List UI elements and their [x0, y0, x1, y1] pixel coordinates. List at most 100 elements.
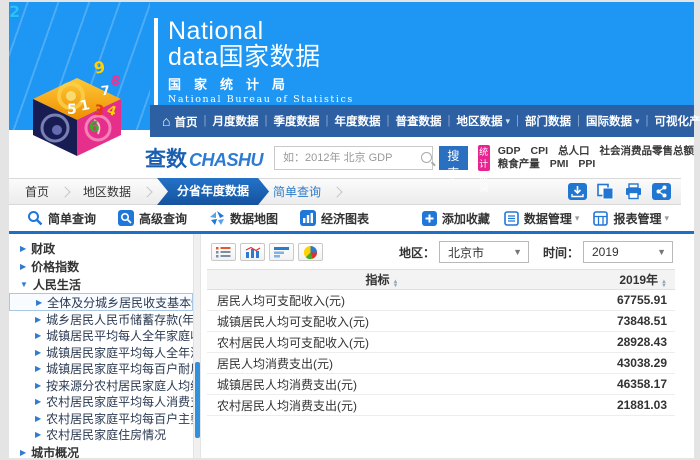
- breadcrumb-item[interactable]: 首页: [25, 183, 83, 200]
- hot-word-link[interactable]: CPI: [530, 145, 548, 158]
- hbar-chart-view-button[interactable]: [269, 243, 294, 261]
- value-cell: 73848.51: [557, 314, 675, 328]
- search-box: [274, 146, 433, 170]
- sidebar-tree-item[interactable]: 财政: [9, 239, 193, 257]
- breadcrumb-item[interactable]: 简单查询: [273, 183, 355, 200]
- table-row[interactable]: 农村居民人均可支配收入(元) 28928.43: [207, 332, 675, 353]
- table-row[interactable]: 农村居民人均消费支出(元) 21881.03: [207, 395, 675, 416]
- hot-words-badge: 统计 热词: [478, 145, 490, 171]
- data-map-icon: [209, 210, 225, 226]
- region-select[interactable]: 北京市 ▼: [439, 241, 529, 263]
- share-icon[interactable]: [652, 183, 671, 200]
- table-row[interactable]: 城镇居民人均消费支出(元) 46358.17: [207, 374, 675, 395]
- report-manage-menu[interactable]: 报表管理 ▾: [593, 210, 669, 227]
- pie-chart-view-icon: [303, 245, 318, 260]
- sidebar-tree-item[interactable]: 人民生活: [9, 275, 193, 293]
- sidebar-tree-item[interactable]: 城乡居民人民币储蓄存款(年底余额): [9, 311, 193, 328]
- print-icon[interactable]: [624, 183, 643, 200]
- time-select[interactable]: 2019 ▼: [583, 241, 673, 263]
- nav-item-label: 国际数据: [586, 113, 632, 129]
- sidebar-tree-item[interactable]: 农村居民家庭平均每人消费支出: [9, 394, 193, 411]
- sidebar-scrollbar[interactable]: [193, 234, 200, 458]
- brand-line-english-1: National: [168, 18, 354, 44]
- sidebar-tree-item[interactable]: 城市概况: [9, 443, 193, 458]
- econ-chart-tab[interactable]: 经济图表: [300, 210, 369, 227]
- search-button[interactable]: 搜索: [439, 146, 468, 170]
- hot-word-link[interactable]: 总人口: [558, 145, 590, 158]
- nav-item[interactable]: 首页: [162, 113, 197, 130]
- nav-item[interactable]: 地区数据: [441, 113, 510, 129]
- sidebar-tree-item[interactable]: 城镇居民平均每人全年家庭收入来源: [9, 328, 193, 345]
- hot-word-link[interactable]: GDP: [498, 145, 521, 158]
- content-area: 财政 价格指数 人民生活 全体及分城乡居民收支基本情况(新口径) 城乡居民人民币…: [9, 234, 681, 458]
- breadcrumb: 首页 地区数据 分省年度数据 简单查询: [9, 178, 681, 205]
- nav-item-label: 月度数据: [212, 113, 258, 129]
- sidebar-tree-item[interactable]: 按来源分农村居民家庭人均纯收入: [9, 377, 193, 394]
- indicator-sort-icon[interactable]: ▲▼: [393, 280, 399, 288]
- sidebar-tree-item[interactable]: 城镇居民家庭平均每百户耐用消费品拥有: [9, 361, 193, 378]
- hot-word-link[interactable]: 粮食产量: [498, 158, 540, 171]
- sidebar-tree-item-label: 城镇居民家庭平均每百户耐用消费品拥有: [46, 361, 193, 378]
- hot-word-link[interactable]: 社会消费品零售总额: [600, 145, 695, 158]
- bar-chart-view-icon: [244, 246, 261, 259]
- data-table-body: 居民人均可支配收入(元) 67755.91 城镇居民人均可支配收入(元) 738…: [207, 290, 675, 416]
- cube-number-digit: 2: [9, 2, 20, 21]
- pie-chart-view-button[interactable]: [298, 243, 323, 261]
- time-select-value: 2019: [592, 245, 619, 259]
- table-row[interactable]: 居民人均可支配收入(元) 67755.91: [207, 290, 675, 311]
- sidebar-tree-item[interactable]: 价格指数: [9, 257, 193, 275]
- hot-word-link[interactable]: PPI: [578, 158, 595, 171]
- sidebar-tree-item-label: 城乡居民人民币储蓄存款(年底余额): [46, 311, 193, 328]
- nav-item[interactable]: 部门数据: [510, 113, 571, 129]
- nav-item-label: 部门数据: [525, 113, 571, 129]
- breadcrumb-item[interactable]: 地区数据: [83, 183, 165, 200]
- sidebar-tree-item-label: 农村居民家庭平均每人消费支出: [46, 394, 193, 411]
- add-favorite-button[interactable]: 添加收藏: [422, 210, 490, 227]
- add-favorite-plus-icon: [422, 211, 437, 226]
- data-map-tab[interactable]: 数据地图: [209, 210, 278, 227]
- simple-query-tab[interactable]: 简单查询: [27, 210, 96, 227]
- site-header: 9 8 7 5 1 3 4 6 2: [9, 2, 694, 105]
- indicator-tree-sidebar: 财政 价格指数 人民生活 全体及分城乡居民收支基本情况(新口径) 城乡居民人民币…: [9, 234, 193, 458]
- sidebar-tree-item[interactable]: 全体及分城乡居民收支基本情况(新口径): [9, 293, 193, 311]
- indicator-column-header[interactable]: 指标▲▼: [207, 271, 557, 288]
- year-column-header[interactable]: 2019年▲▼: [557, 271, 675, 288]
- breadcrumb-item[interactable]: 分省年度数据: [157, 178, 269, 205]
- nav-item[interactable]: 普查数据: [380, 113, 441, 129]
- chashu-logo-cn-2: 数: [166, 143, 187, 173]
- sidebar-tree-item-label: 城市概况: [31, 444, 79, 459]
- nav-item[interactable]: 国际数据: [571, 113, 640, 129]
- hot-badge-line1: 统计: [478, 146, 490, 170]
- download-icon[interactable]: [568, 183, 587, 200]
- bar-chart-view-button[interactable]: [240, 243, 265, 261]
- site-title: National data国家数据 国家统计局 National Bureau …: [154, 18, 354, 105]
- copy-icon[interactable]: [596, 183, 615, 200]
- breadcrumb-items: 首页 地区数据 分省年度数据 简单查询: [25, 178, 355, 205]
- indicator-cell: 城镇居民人均可支配收入(元): [207, 313, 557, 330]
- table-row[interactable]: 城镇居民人均可支配收入(元) 73848.51: [207, 311, 675, 332]
- list-view-button[interactable]: [211, 243, 236, 261]
- data-manage-label: 数据管理: [524, 210, 572, 227]
- search-input[interactable]: [281, 148, 419, 168]
- site-logo[interactable]: 9 8 7 5 1 3 4 6 2: [9, 2, 150, 130]
- sidebar-tree-item-label: 人民生活: [33, 276, 81, 293]
- nav-item[interactable]: 季度数据: [258, 113, 319, 129]
- sidebar-tree-item[interactable]: 城镇居民家庭平均每人全年消费性支出: [9, 344, 193, 361]
- sidebar-scrollbar-thumb[interactable]: [195, 362, 200, 438]
- sidebar-tree-item[interactable]: 农村居民家庭平均每百户主要耐用消费品: [9, 410, 193, 427]
- brand-line-english-2: data国家数据: [168, 44, 354, 71]
- year-sort-icon[interactable]: ▲▼: [661, 280, 667, 288]
- year-column-label: 2019年: [619, 273, 658, 287]
- nav-item[interactable]: 月度数据: [197, 113, 258, 129]
- nav-item[interactable]: 年度数据: [319, 113, 380, 129]
- data-table-header: 指标▲▼ 2019年▲▼: [207, 269, 675, 290]
- sidebar-tree-item[interactable]: 农村居民家庭住房情况: [9, 427, 193, 444]
- advanced-query-tab[interactable]: 高级查询: [118, 210, 187, 227]
- region-label: 地区：: [399, 244, 435, 261]
- nav-item[interactable]: 可视化产品: [640, 113, 700, 129]
- indicator-cell: 农村居民人均消费支出(元): [207, 397, 557, 414]
- table-row[interactable]: 居民人均消费支出(元) 43038.29: [207, 353, 675, 374]
- data-manage-menu[interactable]: 数据管理 ▾: [504, 210, 580, 227]
- simple-query-label: 简单查询: [48, 210, 96, 227]
- hot-word-link[interactable]: PMI: [550, 158, 569, 171]
